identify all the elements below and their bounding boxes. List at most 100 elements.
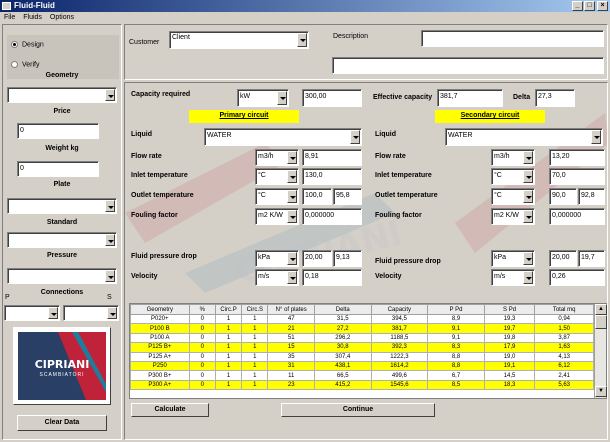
menu-file[interactable]: File [4,14,15,21]
secondary-flow-field[interactable]: 13,20 [549,149,605,166]
table-header-row: Geometry % Circ.P Circ.S N° of plates De… [130,304,594,315]
chevron-down-icon[interactable] [523,271,533,284]
title-bar: Fluid-Fluid _ □ × [0,0,610,12]
col-delta[interactable]: Delta [313,304,372,315]
col-circ-p[interactable]: Circ.P [214,304,243,315]
secondary-pdrop-unit[interactable]: kPa [491,250,535,267]
primary-flow-field[interactable]: 8,91 [302,149,362,166]
primary-inlet-field[interactable]: 130,0 [302,168,362,185]
cell-circ-p: 1 [214,360,243,372]
secondary-fouling-field[interactable]: 0,000000 [549,208,605,225]
plate-combo[interactable] [7,198,117,214]
col-geometry[interactable]: Geometry [130,304,190,315]
primary-pdrop-unit[interactable]: kPa [255,250,299,267]
chevron-down-icon[interactable] [523,252,533,265]
continue-button[interactable]: Continue [281,403,435,417]
conn-s-combo[interactable] [63,305,119,321]
chevron-down-icon[interactable] [107,307,117,319]
secondary-pdrop-field[interactable]: 20,00 [549,250,577,267]
col-total-mq[interactable]: Total mq [534,304,594,315]
close-button[interactable]: × [597,1,608,11]
primary-outlet-field[interactable]: 100,0 [302,188,332,205]
customer-combo[interactable]: Client [169,31,309,49]
table-row[interactable]: P250 0 1 1 31 438,1 1614,2 8,8 19,1 6,12 [130,360,594,372]
minimize-button[interactable]: _ [572,1,583,11]
col-p-pd[interactable]: P Pd [427,304,485,315]
menu-options[interactable]: Options [50,14,74,21]
col-capacity[interactable]: Capacity [370,304,429,315]
primary-pdrop-field[interactable]: 20,00 [302,250,332,267]
chevron-down-icon[interactable] [287,271,297,284]
secondary-fouling-unit[interactable]: m2 K/W [491,208,535,225]
radio-verify[interactable]: Verify [11,61,40,68]
maximize-button[interactable]: □ [584,1,595,11]
chevron-down-icon[interactable] [287,151,297,164]
chevron-down-icon[interactable] [523,170,533,183]
chevron-down-icon[interactable] [287,190,297,203]
chevron-down-icon[interactable] [287,170,297,183]
primary-fouling-field[interactable]: 0,000000 [302,208,362,225]
table-row[interactable]: P100 A 0 1 1 51 296,2 1188,5 9,1 19,8 3,87 [130,332,594,344]
secondary-inlet-unit[interactable]: °C [491,168,535,185]
chevron-down-icon[interactable] [105,89,115,101]
table-row[interactable]: P125 B+ 0 1 1 15 30,8 392,3 8,3 17,9 1,63 [130,342,594,353]
clear-data-button[interactable]: Clear Data [17,415,107,431]
menu-fluids[interactable]: Fluids [23,14,42,21]
price-field[interactable]: 0 [17,123,99,139]
scroll-down-icon[interactable]: ▼ [595,386,607,397]
primary-velocity-unit[interactable]: m/s [255,269,299,286]
chevron-down-icon[interactable] [48,307,58,319]
cell-circ-s: 1 [241,323,269,334]
chevron-down-icon[interactable] [523,190,533,203]
cell-percent: 0 [188,332,216,344]
secondary-liquid-combo[interactable]: WATER [445,128,603,146]
standard-combo[interactable] [7,232,117,248]
primary-inlet-unit[interactable]: °C [255,168,299,185]
pressure-combo[interactable] [7,268,117,284]
primary-outlet-unit[interactable]: °C [255,188,299,205]
secondary-outlet-field[interactable]: 90,0 [549,188,577,205]
chevron-down-icon[interactable] [277,91,287,105]
description-field-2[interactable] [332,57,604,74]
chevron-down-icon[interactable] [297,33,307,47]
weight-field[interactable]: 0 [17,161,99,177]
primary-liquid-combo[interactable]: WATER [204,128,362,146]
table-scrollbar[interactable]: ▲ ▼ [594,304,607,398]
table-row[interactable]: P300 B+ 0 1 1 11 66,5 499,6 6,7 14,5 2,41 [130,370,594,381]
chevron-down-icon[interactable] [105,270,115,282]
table-row[interactable]: P020+ 0 1 1 47 31,5 394,5 8,9 19,3 0,94 [130,313,594,325]
capacity-unit-combo[interactable]: kW [237,89,289,107]
conn-p-combo[interactable] [4,305,60,321]
chevron-down-icon[interactable] [105,200,115,212]
table-row[interactable]: P125 A+ 0 1 1 35 307,4 1222,3 8,8 19,0 4,13 [130,351,594,362]
chevron-down-icon[interactable] [591,130,601,144]
chevron-down-icon[interactable] [287,252,297,265]
radio-verify-indicator[interactable] [11,61,18,68]
scroll-up-icon[interactable]: ▲ [595,304,607,315]
scroll-thumb[interactable] [595,315,607,329]
col-plates[interactable]: N° of plates [267,304,315,315]
col-s-pd[interactable]: S Pd [483,304,536,315]
chevron-down-icon[interactable] [523,210,533,223]
cell-circ-p: 1 [214,313,243,325]
capacity-required-field[interactable]: 300,00 [302,89,362,107]
primary-fouling-unit[interactable]: m2 K/W [255,208,299,225]
secondary-flow-unit[interactable]: m3/h [491,149,535,166]
radio-design[interactable]: Design [11,41,44,48]
chevron-down-icon[interactable] [105,234,115,246]
chevron-down-icon[interactable] [523,151,533,164]
col-circ-s[interactable]: Circ.S [241,304,269,315]
secondary-outlet-unit[interactable]: °C [491,188,535,205]
chevron-down-icon[interactable] [350,130,360,144]
table-row[interactable]: P100 B 0 1 1 21 27,2 381,7 9,1 19,7 1,50 [130,323,594,334]
description-field[interactable] [421,30,604,47]
secondary-velocity-unit[interactable]: m/s [491,269,535,286]
calculate-button[interactable]: Calculate [131,403,209,417]
chevron-down-icon[interactable] [287,210,297,223]
geometry-combo[interactable] [7,87,117,103]
col-percent[interactable]: % [188,304,216,315]
primary-flow-unit[interactable]: m3/h [255,149,299,166]
radio-design-indicator[interactable] [11,41,18,48]
secondary-inlet-field[interactable]: 70,0 [549,168,605,185]
table-row[interactable]: P300 A+ 0 1 1 23 415,2 1545,6 8,5 18,3 5,63 [130,379,594,391]
